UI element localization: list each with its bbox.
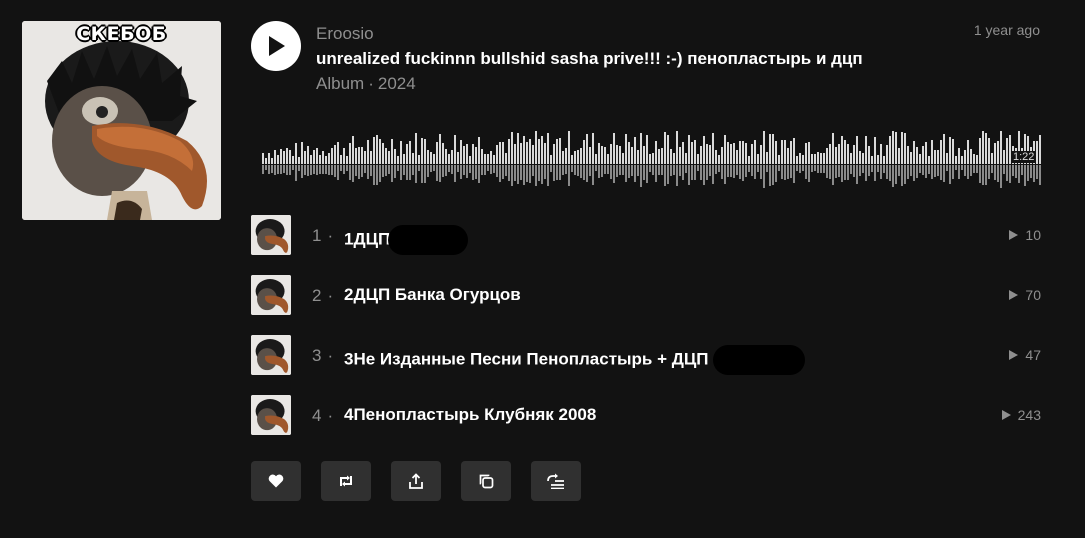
copy-link-icon bbox=[479, 474, 494, 489]
track-row[interactable]: 4 · 4Пенопластырь Клубняк 2008 243 bbox=[251, 395, 1041, 435]
play-icon bbox=[269, 36, 285, 56]
add-to-next-up-button[interactable] bbox=[531, 461, 581, 501]
meta-separator: · bbox=[368, 74, 374, 93]
play-count: 243 bbox=[1001, 407, 1041, 423]
copy-link-button[interactable] bbox=[461, 461, 511, 501]
repost-button[interactable] bbox=[321, 461, 371, 501]
track-row[interactable]: 3 · 3Не Изданные Песни Пенопластырь + ДЦП… bbox=[251, 335, 1041, 375]
cover-caption: СКЕБОБ bbox=[76, 23, 167, 45]
like-button[interactable] bbox=[251, 461, 301, 501]
bird-artwork bbox=[22, 21, 221, 220]
track-number: 1 · bbox=[312, 226, 334, 245]
play-button[interactable] bbox=[251, 21, 301, 71]
track-number: 4 · bbox=[312, 406, 334, 425]
track-title: 3Не Изданные Песни Пенопластырь + ДЦП bbox=[344, 345, 805, 375]
share-button[interactable] bbox=[391, 461, 441, 501]
play-count-icon bbox=[1009, 230, 1019, 240]
track-separator: · bbox=[327, 406, 334, 425]
track-artwork bbox=[251, 395, 291, 435]
play-count-icon bbox=[1009, 350, 1019, 360]
track-duration: 1:22 bbox=[1011, 151, 1037, 163]
track-row[interactable]: 1 · 1ДЦП 10 bbox=[251, 215, 1041, 255]
waveform[interactable] bbox=[262, 115, 1042, 190]
track-row[interactable]: 2 · 2ДЦП Банка Огурцов 70 bbox=[251, 275, 1041, 315]
track-artwork bbox=[251, 215, 291, 255]
release-time: 1 year ago bbox=[973, 22, 1040, 38]
album-year: 2024 bbox=[377, 74, 416, 93]
repost-icon bbox=[340, 475, 352, 487]
track-title: 1ДЦП bbox=[344, 225, 469, 255]
play-count-icon bbox=[1009, 290, 1019, 300]
action-bar bbox=[251, 461, 581, 501]
share-icon bbox=[409, 472, 423, 489]
artist-name[interactable]: Eroosio bbox=[316, 24, 374, 44]
redaction-blob bbox=[712, 345, 805, 375]
track-artwork bbox=[251, 275, 291, 315]
track-artwork bbox=[251, 335, 291, 375]
album-title[interactable]: unrealized fuckinnn bullshid sasha prive… bbox=[316, 49, 863, 69]
track-title: 4Пенопластырь Клубняк 2008 bbox=[344, 405, 597, 424]
track-list: 1 · 1ДЦП 10 2 · 2ДЦП Банка Огурцов 70 3 · 3… bbox=[251, 215, 1041, 455]
track-number: 3 · bbox=[312, 346, 334, 365]
album-type: Album bbox=[316, 74, 365, 93]
album-cover[interactable]: СКЕБОБ bbox=[22, 21, 221, 220]
track-separator: · bbox=[327, 346, 334, 365]
play-count: 47 bbox=[1009, 347, 1041, 363]
add-to-next-up-icon bbox=[547, 473, 564, 489]
album-meta: Album · 2024 bbox=[316, 74, 416, 94]
track-number: 2 · bbox=[312, 286, 334, 305]
redaction-blob bbox=[388, 225, 469, 255]
track-title: 2ДЦП Банка Огурцов bbox=[344, 285, 521, 304]
play-count: 10 bbox=[1009, 227, 1041, 243]
track-separator: · bbox=[327, 286, 334, 305]
track-separator: · bbox=[327, 226, 334, 245]
play-count: 70 bbox=[1009, 287, 1041, 303]
play-count-icon bbox=[1001, 410, 1011, 420]
like-icon bbox=[268, 474, 284, 488]
